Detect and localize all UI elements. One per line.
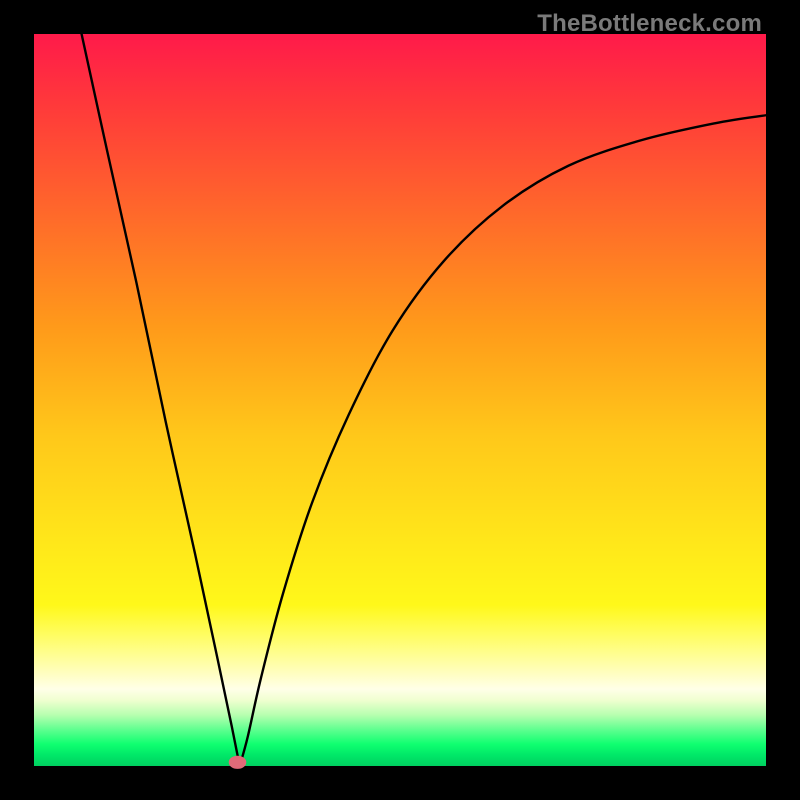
min-point-marker (229, 756, 247, 769)
bottleneck-curve-left (82, 34, 240, 766)
curve-layer (34, 34, 766, 766)
bottleneck-curve-right (240, 115, 766, 766)
chart-container: TheBottleneck.com (0, 0, 800, 800)
